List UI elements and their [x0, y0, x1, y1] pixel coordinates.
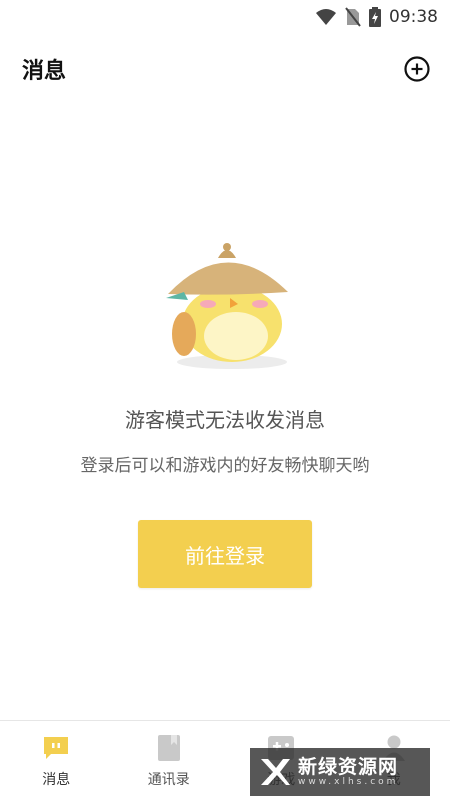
tab-label: 消息 — [42, 772, 71, 788]
header: 消息 — [0, 44, 450, 94]
tab-contacts[interactable]: 通讯录 — [119, 721, 219, 789]
empty-state-illustration — [160, 238, 295, 373]
watermark: 新绿资源网 www.xlhs.com — [250, 748, 430, 796]
status-bar: 09:38 — [0, 0, 450, 34]
login-button[interactable]: 前往登录 — [138, 520, 312, 588]
watermark-name: 新绿资源网 — [298, 755, 399, 778]
plus-circle-icon — [404, 56, 430, 82]
tab-messages[interactable]: 消息 — [6, 721, 106, 789]
status-time: 09:38 — [389, 7, 438, 27]
no-sim-icon — [345, 7, 361, 27]
add-button[interactable] — [402, 54, 432, 84]
message-icon — [41, 733, 71, 763]
tab-label: 通讯录 — [147, 772, 190, 788]
page-title: 消息 — [22, 59, 67, 84]
contacts-book-icon — [154, 733, 184, 763]
wifi-icon — [315, 8, 337, 26]
watermark-logo-icon — [261, 759, 290, 785]
watermark-url: www.xlhs.com — [298, 776, 399, 787]
empty-state-title: 游客模式无法收发消息 — [125, 408, 325, 432]
empty-state-description: 登录后可以和游戏内的好友畅快聊天哟 — [80, 456, 370, 476]
battery-charging-icon — [369, 7, 381, 27]
